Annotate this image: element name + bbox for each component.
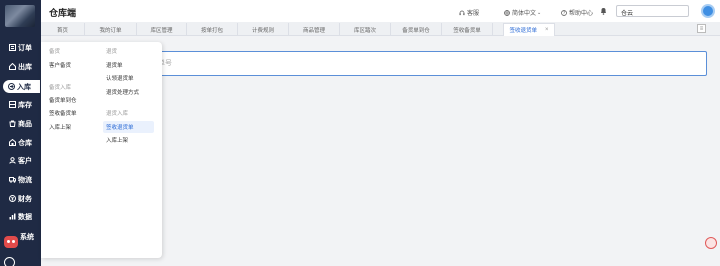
warehouse-select[interactable]: 仓云 ⌄	[616, 5, 689, 17]
menu-item-stock-order-arrival[interactable]: 备货单到仓	[49, 96, 77, 104]
truck-icon	[8, 176, 16, 184]
chatbot-icon[interactable]	[4, 236, 18, 248]
tab-sign-stock-order[interactable]: 签收备货单	[442, 23, 493, 36]
menu-group-title: 退货入库	[106, 111, 129, 117]
tab-sign-return-order[interactable]: 签收退货单 ×	[503, 23, 555, 36]
globe-icon	[504, 9, 510, 16]
sidebar: 订单 出库 入库 库存 商品 仓库 客户 物流 财务 数据 系统	[0, 0, 41, 266]
menu-item-return-order[interactable]: 退货单	[106, 61, 123, 69]
sidebar-item-label: 库存	[18, 101, 32, 109]
logo[interactable]	[5, 5, 35, 27]
tab-product-management[interactable]: 商品管理	[289, 23, 340, 36]
sidebar-item-outbound[interactable]: 出库	[0, 60, 41, 73]
headset-icon	[459, 10, 465, 15]
sidebar-item-label: 订单	[18, 44, 32, 52]
tab-zone-management[interactable]: 库区管理	[137, 23, 187, 36]
tab-menu-icon[interactable]: ≡	[697, 24, 706, 33]
sidebar-item-label: 系统	[20, 233, 34, 241]
menu-item-return-handling[interactable]: 退货处理方式	[106, 88, 139, 96]
home-out-icon	[8, 63, 16, 71]
chevron-down-icon: ⌄	[621, 9, 627, 15]
waybill-search-input[interactable]	[146, 51, 707, 76]
sidebar-item-label: 物流	[18, 176, 32, 184]
customer-service-link[interactable]: 客服	[459, 8, 479, 17]
sidebar-item-products[interactable]: 商品	[0, 117, 41, 130]
sidebar-item-orders[interactable]: 订单	[0, 41, 41, 54]
menu-item-sign-stock-order[interactable]: 签收备货单	[49, 109, 77, 117]
product-icon	[8, 120, 16, 128]
finance-icon	[8, 195, 16, 203]
tab-zone-steps[interactable]: 库区踏次	[340, 23, 391, 36]
help-icon: ?	[561, 9, 567, 16]
collapse-icon[interactable]	[4, 257, 15, 266]
sidebar-item-label: 入库	[17, 83, 31, 91]
menu-item-putaway[interactable]: 入库上架	[49, 123, 71, 131]
assistant-float-icon[interactable]	[705, 237, 717, 249]
data-icon	[8, 213, 16, 221]
chevron-down-icon: ⌄	[537, 9, 542, 16]
sidebar-item-label: 数据	[18, 213, 32, 221]
menu-item-return-putaway[interactable]: 入库上架	[106, 136, 128, 144]
inventory-icon	[8, 101, 16, 109]
tab-home[interactable]: 首页	[41, 23, 85, 36]
menu-group-title: 退货	[106, 49, 118, 55]
sidebar-item-warehouse[interactable]: 仓库	[0, 136, 41, 149]
inbound-flyout-menu: 备货 客户备货 备货入库 备货单到仓 签收备货单 入库上架 退货 退货单 认领退…	[41, 42, 162, 258]
sidebar-item-label: 客户	[18, 157, 32, 165]
sidebar-item-inventory[interactable]: 库存	[0, 98, 41, 111]
tab-my-orders[interactable]: 我的订单	[85, 23, 137, 36]
language-switch[interactable]: 简体中文 ⌄	[504, 8, 541, 17]
sidebar-item-label: 财务	[18, 195, 32, 203]
sidebar-item-inbound[interactable]: 入库	[3, 80, 40, 93]
sidebar-item-label: 出库	[18, 63, 32, 71]
warehouse-icon	[8, 139, 16, 147]
tab-pack-by-order[interactable]: 按单打包	[187, 23, 238, 36]
sidebar-item-data[interactable]: 数据	[0, 210, 41, 223]
menu-item-claim-return-order[interactable]: 认领退货单	[106, 74, 134, 82]
order-icon	[8, 44, 16, 52]
inbound-icon	[7, 83, 15, 91]
tab-bar: 首页 我的订单 库区管理 按单打包 计费规则 商品管理 库区踏次 备货单到仓 签…	[41, 22, 720, 36]
top-header: 仓库端 客服 简体中文 ⌄ ? 帮助中心 仓云 ⌄	[41, 0, 720, 22]
sidebar-item-logistics[interactable]: 物流	[0, 173, 41, 186]
menu-item-customer-stock[interactable]: 客户备货	[49, 61, 71, 69]
menu-group-title: 备货入库	[49, 85, 72, 91]
user-icon	[8, 157, 16, 165]
bell-icon[interactable]	[600, 7, 607, 17]
close-icon[interactable]: ×	[545, 27, 549, 33]
avatar[interactable]	[701, 4, 715, 18]
tab-billing-rules[interactable]: 计费规则	[238, 23, 289, 36]
app-title: 仓库端	[49, 8, 77, 18]
svg-text:?: ?	[563, 10, 565, 15]
sidebar-item-label: 仓库	[18, 139, 32, 147]
menu-group-title: 备货	[49, 49, 61, 55]
help-center-link[interactable]: ? 帮助中心	[561, 8, 593, 17]
sidebar-item-customers[interactable]: 客户	[0, 154, 41, 167]
menu-item-sign-return-order[interactable]: 签收退货单	[103, 121, 154, 133]
sidebar-item-finance[interactable]: 财务	[0, 192, 41, 205]
sidebar-item-label: 商品	[18, 120, 32, 128]
tab-stock-order-arrival[interactable]: 备货单到仓	[391, 23, 442, 36]
